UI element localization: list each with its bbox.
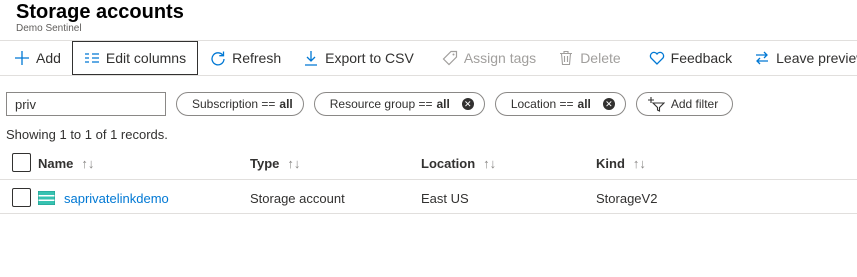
column-header-name[interactable]: Name ↑↓	[38, 146, 94, 180]
select-all-checkbox[interactable]	[12, 153, 31, 172]
row-location-cell: East US	[421, 190, 469, 206]
add-filter-label: Add filter	[670, 97, 719, 111]
search-input[interactable]	[6, 92, 166, 116]
row-type-cell: Storage account	[250, 190, 345, 206]
leave-preview-label: Leave preview	[776, 50, 857, 66]
column-header-type[interactable]: Type ↑↓	[250, 146, 300, 180]
sort-icon: ↑↓	[483, 155, 497, 171]
feedback-label: Feedback	[670, 50, 733, 66]
location-filter-label: Location ==	[510, 97, 574, 111]
row-name-cell: saprivatelinkdemo	[37, 181, 169, 215]
column-header-location[interactable]: Location ↑↓	[421, 146, 496, 180]
download-icon	[303, 50, 319, 66]
column-header-type-label: Type	[250, 155, 280, 171]
delete-button[interactable]: Delete	[547, 41, 631, 75]
sort-icon: ↑↓	[632, 155, 646, 171]
subscription-filter-pill[interactable]: Subscription == all	[176, 92, 304, 116]
delete-label: Delete	[580, 50, 621, 66]
refresh-label: Refresh	[232, 50, 282, 66]
records-count: Showing 1 to 1 of 1 records.	[6, 127, 168, 142]
page-header: Storage accounts Demo Sentinel	[16, 0, 184, 35]
subscription-filter-label: Subscription ==	[192, 97, 276, 111]
row-checkbox[interactable]	[12, 188, 31, 207]
storage-account-icon	[37, 190, 56, 206]
add-label: Add	[36, 50, 61, 66]
table-header-row: Name ↑↓ Type ↑↓ Location ↑↓ Kind ↑↓	[0, 146, 857, 180]
add-button[interactable]: Add	[0, 41, 72, 75]
edit-columns-label: Edit columns	[105, 50, 187, 66]
tag-icon	[442, 50, 458, 66]
columns-icon	[84, 50, 100, 66]
remove-filter-icon[interactable]: ✕	[602, 98, 615, 110]
column-header-name-label: Name	[38, 155, 74, 171]
plus-icon	[14, 50, 30, 66]
resource-name-link[interactable]: saprivatelinkdemo	[64, 191, 169, 206]
subscription-filter-value: all	[279, 97, 293, 111]
resource-group-filter-value: all	[436, 97, 450, 111]
export-csv-button[interactable]: Export to CSV	[292, 41, 425, 75]
edit-columns-button[interactable]: Edit columns	[71, 41, 199, 75]
column-header-location-label: Location	[421, 155, 476, 171]
refresh-icon	[210, 50, 226, 66]
resource-group-filter-pill[interactable]: Resource group == all ✕	[313, 92, 485, 116]
assign-tags-button[interactable]: Assign tags	[431, 41, 547, 75]
column-header-kind-label: Kind	[596, 155, 625, 171]
assign-tags-label: Assign tags	[463, 50, 537, 66]
resource-table: Name ↑↓ Type ↑↓ Location ↑↓ Kind ↑↓ sapr…	[0, 146, 857, 214]
switch-arrows-icon	[754, 50, 770, 66]
page-subtitle: Demo Sentinel	[16, 23, 82, 34]
column-header-kind[interactable]: Kind ↑↓	[596, 146, 646, 180]
page-title: Storage accounts	[16, 1, 184, 23]
row-kind-cell: StorageV2	[596, 190, 658, 206]
remove-filter-icon[interactable]: ✕	[461, 98, 474, 110]
add-filter-icon	[647, 96, 665, 112]
add-filter-button[interactable]: Add filter	[635, 92, 734, 116]
table-row[interactable]: saprivatelinkdemo Storage account East U…	[0, 180, 857, 214]
resource-group-filter-label: Resource group ==	[329, 97, 433, 111]
refresh-button[interactable]: Refresh	[202, 41, 292, 75]
filter-bar: Subscription == all Resource group == al…	[6, 91, 734, 117]
trash-icon	[558, 50, 574, 66]
feedback-button[interactable]: Feedback	[638, 41, 743, 75]
leave-preview-button[interactable]: Leave preview	[743, 41, 857, 75]
sort-icon: ↑↓	[81, 155, 95, 171]
export-csv-label: Export to CSV	[325, 50, 414, 66]
heart-icon	[649, 50, 665, 66]
command-bar: Add Edit columns Refresh Export to CSV A…	[0, 40, 857, 76]
sort-icon: ↑↓	[287, 155, 301, 171]
location-filter-pill[interactable]: Location == all ✕	[494, 92, 626, 116]
location-filter-value: all	[577, 97, 591, 111]
